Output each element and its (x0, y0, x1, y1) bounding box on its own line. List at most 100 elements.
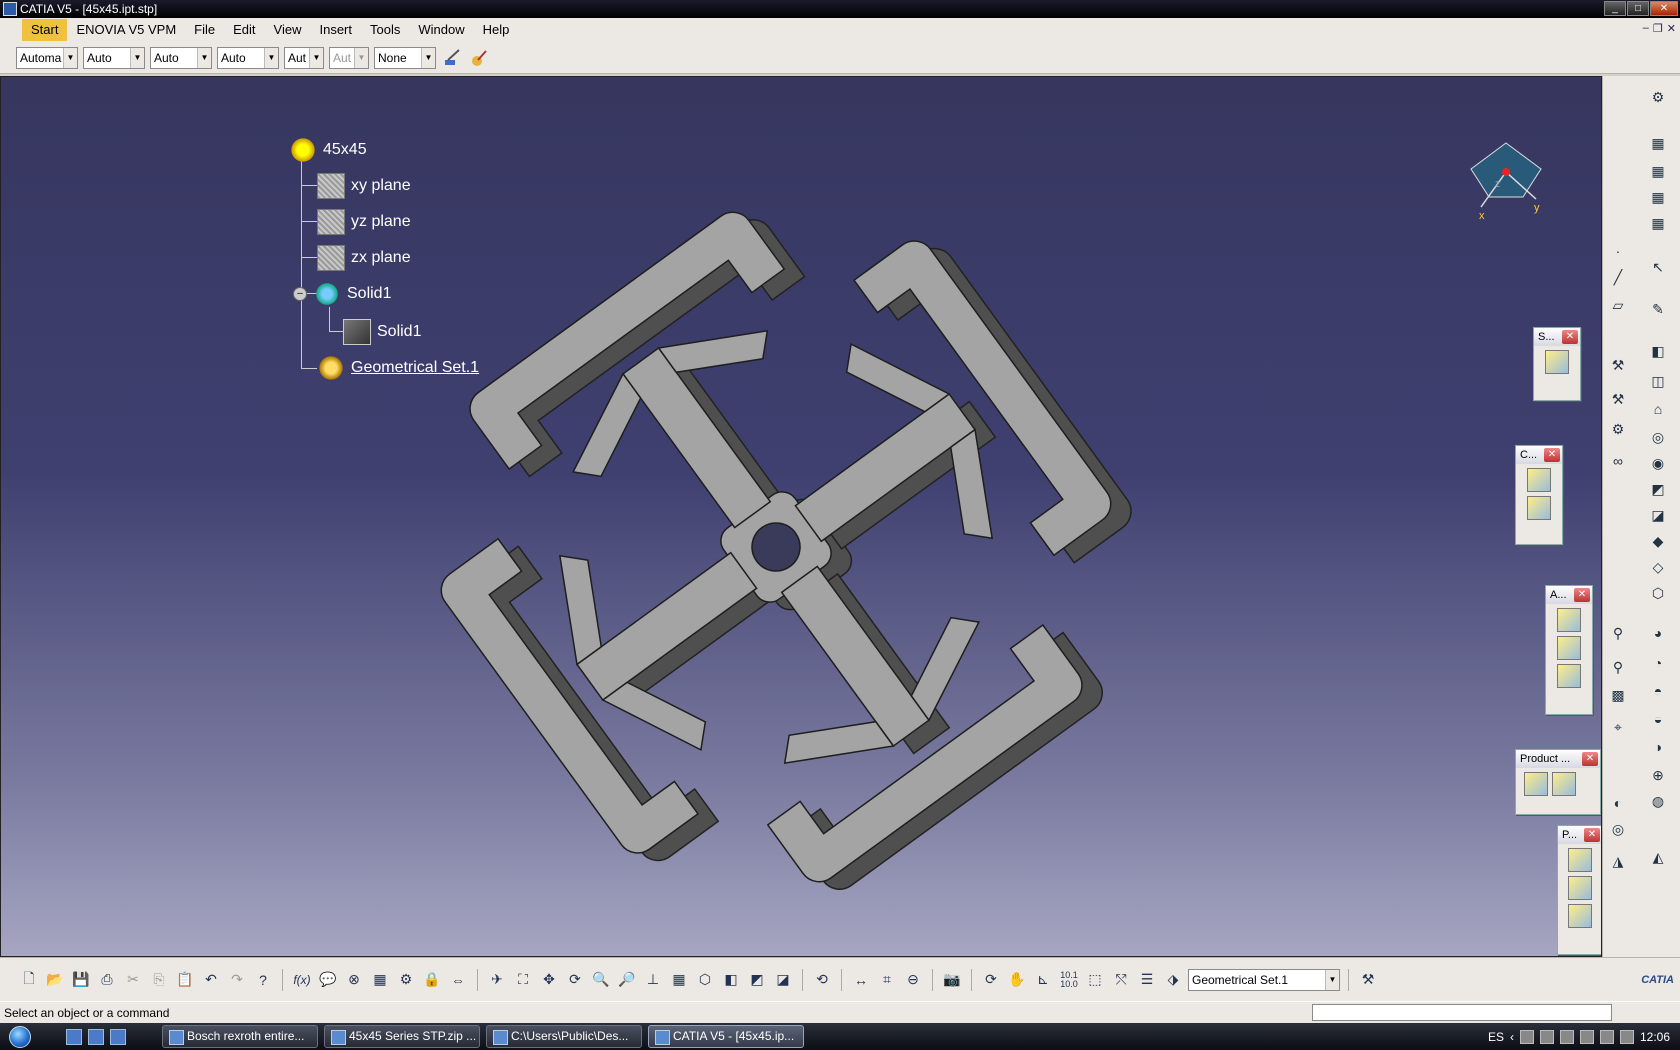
product-component-icon[interactable] (1552, 772, 1576, 796)
tray-app-icon[interactable] (1559, 1029, 1574, 1044)
compass[interactable]: z x y (1461, 137, 1551, 230)
minimize-button[interactable]: _ (1604, 1, 1626, 16)
language-indicator[interactable]: ES (1488, 1030, 1504, 1044)
menu-edit[interactable]: Edit (224, 19, 264, 41)
sketcher-4-icon[interactable]: ▦ (1647, 212, 1669, 234)
pocket-icon[interactable]: ◫ (1647, 370, 1669, 392)
multi-view-icon[interactable]: ▦ (668, 969, 690, 991)
thickness-icon[interactable]: ◑ (1647, 736, 1669, 758)
close-icon[interactable]: ✕ (1562, 330, 1578, 344)
paste-icon[interactable]: 📋 (174, 969, 196, 991)
new-file-icon[interactable]: 🗋 (18, 969, 40, 991)
print-icon[interactable]: ⎙ (96, 969, 118, 991)
tray-app-icon[interactable] (1519, 1029, 1534, 1044)
bounding-box-icon[interactable]: ⬚ (1084, 969, 1106, 991)
whats-this-icon[interactable]: ? (252, 969, 274, 991)
normal-view-icon[interactable]: ⊥ (642, 969, 664, 991)
annotation-text-icon[interactable] (1557, 608, 1581, 632)
line-type-combo[interactable]: Auto ▼ (217, 46, 279, 69)
current-geometrical-set-combo[interactable]: Geometrical Set.1 ▼ (1188, 968, 1340, 991)
show-desktop-icon[interactable] (66, 1028, 82, 1045)
tree-node-zx-plane[interactable]: zx plane (317, 245, 411, 271)
stiffener-icon[interactable]: ◆ (1647, 530, 1669, 552)
select-arrow-icon[interactable]: ↖ (1647, 256, 1669, 278)
reframe-icon[interactable]: ⟳ (980, 969, 1002, 991)
floating-toolbar-p[interactable]: P... ✕ (1557, 825, 1601, 955)
menu-help[interactable]: Help (474, 19, 519, 41)
part-design-3-icon[interactable] (1568, 904, 1592, 928)
tree-node-body[interactable]: – Solid1 (293, 281, 391, 307)
zoom-select-icon[interactable]: ⌖ (1607, 716, 1629, 738)
boolean-icon[interactable]: ⚒ (1607, 388, 1629, 410)
doc-minimize-button[interactable]: – (1643, 22, 1649, 35)
rib-icon[interactable]: ◩ (1647, 478, 1669, 500)
hand-icon[interactable]: ✋ (1006, 969, 1028, 991)
tray-app-icon[interactable] (1539, 1029, 1554, 1044)
loft-icon[interactable]: ⬡ (1647, 582, 1669, 604)
knowledge-icon[interactable]: ⚙ (395, 969, 417, 991)
shell-icon[interactable]: ◒ (1647, 708, 1669, 730)
floating-toolbar-a[interactable]: A... ✕ (1545, 585, 1593, 715)
point-icon[interactable]: · (1607, 240, 1629, 262)
draft-icon[interactable]: ◓ (1647, 680, 1669, 702)
analysis-icon[interactable]: ⚲ (1607, 656, 1629, 678)
menu-view[interactable]: View (265, 19, 311, 41)
task-public-desktop[interactable]: C:\Users\Public\Des... (486, 1025, 642, 1048)
swap-space-icon[interactable]: ◪ (772, 969, 794, 991)
close-icon[interactable]: ✕ (1582, 752, 1598, 766)
transparency-combo[interactable]: Auto ▼ (83, 46, 145, 69)
material-icon[interactable] (468, 47, 490, 69)
sketcher-3-icon[interactable]: ▦ (1647, 186, 1669, 208)
menu-insert[interactable]: Insert (310, 19, 361, 41)
media-player-icon[interactable] (110, 1028, 126, 1045)
tree-node-xy-plane[interactable]: xy plane (317, 173, 411, 199)
start-orb[interactable] (0, 1023, 40, 1050)
paint-brush-icon[interactable] (441, 47, 463, 69)
slot-icon[interactable]: ◪ (1647, 504, 1669, 526)
hide-show-icon[interactable]: ◩ (746, 969, 768, 991)
clock[interactable]: 12:06 (1640, 1030, 1670, 1044)
thick-surface-icon[interactable]: ◭ (1647, 846, 1669, 868)
shaft-icon[interactable]: ⌂ (1647, 398, 1669, 420)
floating-toolbar-c[interactable]: C... ✕ (1515, 445, 1563, 545)
switch-windows-icon[interactable] (88, 1028, 104, 1045)
product-icon[interactable] (1524, 772, 1548, 796)
menu-window[interactable]: Window (409, 19, 473, 41)
render-style-icon[interactable]: ◧ (720, 969, 742, 991)
floating-toolbar-product[interactable]: Product ... ✕ (1515, 749, 1601, 815)
line-icon[interactable]: ╱ (1607, 266, 1629, 288)
update-icon[interactable]: ⟲ (811, 969, 833, 991)
undo-icon[interactable]: ↶ (200, 969, 222, 991)
snap-icon[interactable]: ⤲ (1110, 969, 1132, 991)
line-thickness-combo[interactable]: Auto ▼ (150, 46, 212, 69)
flag-note-icon[interactable] (1557, 636, 1581, 660)
iso-view-icon[interactable]: ⬡ (694, 969, 716, 991)
close-icon[interactable]: ✕ (1544, 448, 1560, 462)
sketch-icon[interactable]: ✎ (1647, 298, 1669, 320)
tree-node-geometrical-set[interactable]: Geometrical Set.1 (317, 355, 479, 381)
capture-icon[interactable]: 📷 (941, 969, 963, 991)
multi-pad-icon[interactable]: ◇ (1647, 556, 1669, 578)
assemble-icon[interactable]: ⚙ (1607, 418, 1629, 440)
copy-icon[interactable]: ⎘ (148, 969, 170, 991)
parameter-icon[interactable]: ⊗ (343, 969, 365, 991)
zoom-out-icon[interactable]: 🔎 (616, 969, 638, 991)
fit-all-icon[interactable]: ⛶ (512, 969, 534, 991)
link-icon[interactable]: ∞ (1607, 450, 1629, 472)
scale-icon[interactable]: 10.1 10.0 (1058, 969, 1080, 991)
rotate-icon[interactable]: ⟳ (564, 969, 586, 991)
measure-between-icon[interactable]: ↔ (850, 969, 872, 991)
pad-icon[interactable]: ◧ (1647, 340, 1669, 362)
save-icon[interactable]: 💾 (70, 969, 92, 991)
cut-icon[interactable]: ✂ (122, 969, 144, 991)
menu-enovia[interactable]: ENOVIA V5 VPM (67, 19, 185, 41)
surface-icon[interactable] (1545, 350, 1569, 374)
annotation-plane-icon[interactable] (1557, 664, 1581, 688)
sketcher-2-icon[interactable]: ▦ (1647, 160, 1669, 182)
menu-tools[interactable]: Tools (361, 19, 409, 41)
lock-icon[interactable]: 🔒 (421, 969, 443, 991)
sew-icon[interactable]: ◎ (1607, 818, 1629, 840)
groove-icon[interactable]: ◎ (1647, 426, 1669, 448)
3d-viewport[interactable]: 45x45 xy plane yz plane zx plane – Solid… (0, 76, 1602, 957)
tree-node-yz-plane[interactable]: yz plane (317, 209, 411, 235)
